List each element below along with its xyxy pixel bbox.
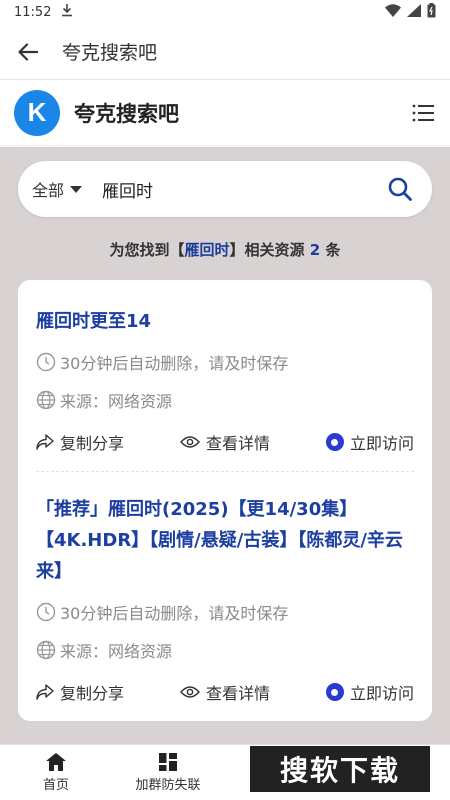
summary-suffix: 条	[325, 241, 341, 259]
result-expire: 30分钟后自动删除，请及时保存	[36, 599, 414, 625]
caret-down-icon	[70, 185, 83, 193]
visit-now-button[interactable]: 立即访问	[325, 680, 414, 704]
signal-icon	[407, 3, 421, 21]
nav-item-home[interactable]: 首页	[0, 745, 112, 800]
result-actions: 复制分享 查看详情 立即访问	[36, 427, 414, 457]
summary-keyword: 雁回时	[184, 241, 230, 259]
result-title[interactable]: 雁回时更至14	[36, 306, 414, 337]
result-item: 雁回时更至14 30分钟后自动删除，请及时保存 来源：网络资源 复制分享 查看详…	[36, 284, 414, 471]
view-details-button[interactable]: 查看详情	[180, 680, 270, 704]
search-input[interactable]	[102, 179, 382, 199]
status-bar: 11:52	[0, 0, 450, 24]
result-summary: 为您找到【雁回时】相关资源 2 条	[18, 239, 432, 260]
wifi-icon	[385, 3, 401, 21]
download-icon	[61, 3, 73, 21]
nav-item-join-group[interactable]: 加群防失联	[112, 745, 224, 800]
result-source: 来源：网络资源	[36, 387, 414, 413]
nav-home-label: 首页	[42, 777, 69, 793]
list-menu-icon	[412, 104, 434, 121]
expire-text: 30分钟后自动删除，请及时保存	[60, 604, 289, 623]
result-actions: 复制分享 查看详情 立即访问	[36, 677, 414, 707]
visit-now-label: 立即访问	[349, 434, 414, 453]
visit-now-label: 立即访问	[349, 684, 414, 703]
summary-prefix: 为您找到【	[109, 241, 185, 259]
clock-icon	[36, 352, 56, 372]
site-header: K 夸克搜索吧	[0, 80, 450, 146]
watermark-logo: 搜软下载	[250, 746, 430, 792]
summary-middle: 】相关资源	[229, 241, 305, 259]
battery-icon	[427, 2, 436, 22]
copy-share-button[interactable]: 复制分享	[36, 430, 124, 454]
app-bar-title: 夸克搜索吧	[62, 42, 158, 64]
nav-join-group-label: 加群防失联	[135, 777, 201, 793]
view-details-label: 查看详情	[205, 434, 270, 453]
summary-count: 2	[309, 241, 321, 259]
expire-text: 30分钟后自动删除，请及时保存	[60, 354, 289, 373]
logo-letter: K	[27, 97, 47, 127]
status-time: 11:52	[14, 4, 52, 20]
menu-button[interactable]	[410, 100, 436, 126]
globe-icon	[36, 390, 56, 410]
view-details-label: 查看详情	[205, 684, 270, 703]
search-button[interactable]	[382, 171, 418, 207]
search-icon	[388, 177, 412, 201]
arrow-left-icon	[18, 42, 38, 61]
copy-share-button[interactable]: 复制分享	[36, 680, 124, 704]
result-item: 「推荐」雁回时(2025)【更14/30集】【4K.HDR】【剧情/悬疑/古装】…	[36, 471, 414, 721]
visit-icon	[325, 683, 344, 701]
share-arrow-icon	[36, 684, 54, 700]
copy-share-label: 复制分享	[60, 684, 125, 703]
eye-icon	[180, 686, 200, 698]
app-bar: 夸克搜索吧	[0, 24, 450, 80]
source-text: 来源：网络资源	[60, 642, 173, 661]
globe-icon	[36, 640, 56, 660]
search-box: 全部	[18, 161, 432, 217]
visit-icon	[325, 433, 344, 451]
source-text: 来源：网络资源	[60, 392, 173, 411]
result-expire: 30分钟后自动删除，请及时保存	[36, 349, 414, 375]
result-title[interactable]: 「推荐」雁回时(2025)【更14/30集】【4K.HDR】【剧情/悬疑/古装】…	[36, 494, 414, 587]
copy-share-label: 复制分享	[60, 434, 125, 453]
visit-now-button[interactable]: 立即访问	[325, 430, 414, 454]
site-name: 夸克搜索吧	[74, 101, 179, 126]
view-details-button[interactable]: 查看详情	[180, 430, 270, 454]
results-card: 雁回时更至14 30分钟后自动删除，请及时保存 来源：网络资源 复制分享 查看详…	[18, 280, 432, 721]
result-source: 来源：网络资源	[36, 637, 414, 663]
back-button[interactable]	[16, 40, 40, 64]
scope-dropdown[interactable]: 全部	[32, 177, 102, 201]
clock-icon	[36, 602, 56, 622]
site-logo[interactable]: K	[14, 89, 60, 136]
home-icon	[46, 752, 66, 771]
eye-icon	[180, 436, 200, 448]
main-content: 全部 为您找到【雁回时】相关资源 2 条 雁回时更至14 30分钟后自动删除，请…	[0, 147, 450, 744]
share-arrow-icon	[36, 434, 54, 450]
scope-label: 全部	[32, 181, 65, 200]
grid-icon	[159, 752, 177, 771]
